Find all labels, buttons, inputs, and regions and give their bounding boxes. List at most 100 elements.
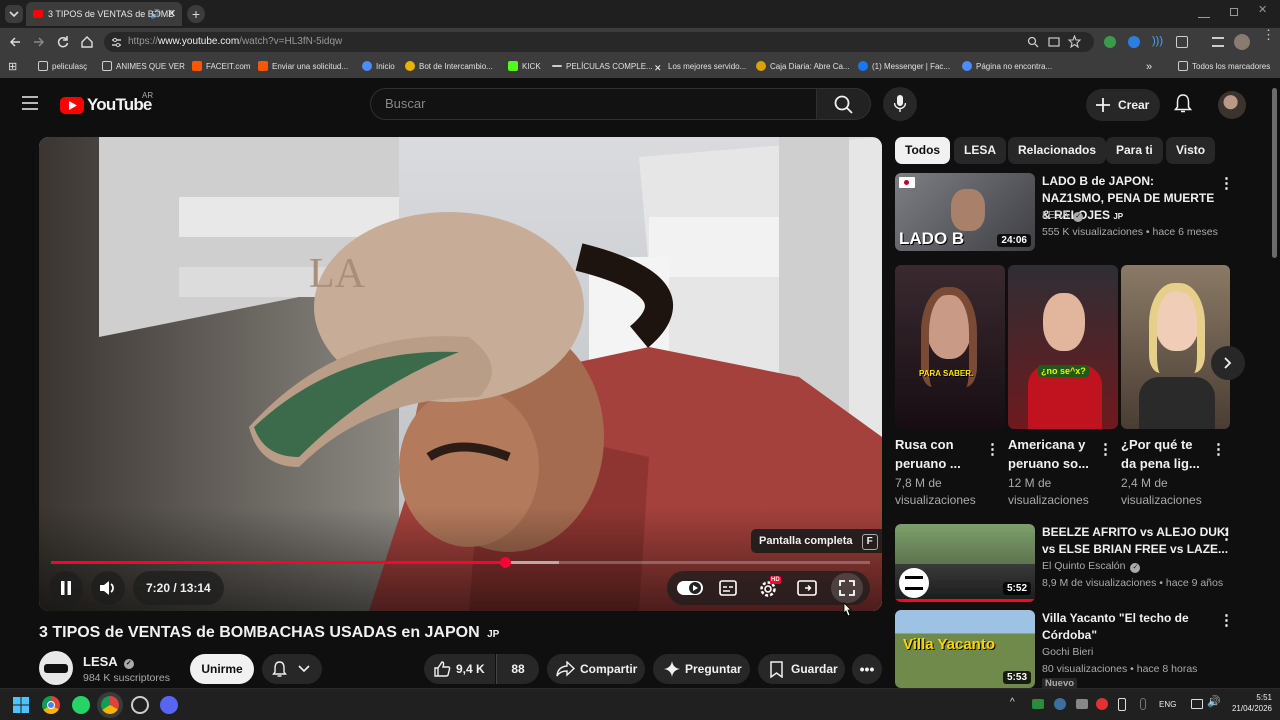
bookmark-item[interactable]: FACEIT.com <box>192 56 250 78</box>
maximize-icon[interactable] <box>1230 8 1238 16</box>
short-thumbnail[interactable]: ¿no se^x? <box>1008 265 1118 429</box>
home-icon[interactable] <box>80 35 94 49</box>
short-thumbnail[interactable] <box>1121 265 1230 429</box>
search-button[interactable] <box>817 88 871 120</box>
more-vert-icon[interactable]: ⋮ <box>1219 611 1234 629</box>
tab-search-button[interactable] <box>5 5 23 23</box>
autoplay-toggle[interactable] <box>677 581 703 595</box>
reload-icon[interactable] <box>56 35 70 49</box>
site-info-icon[interactable] <box>111 37 122 48</box>
forward-icon[interactable] <box>32 35 46 49</box>
save-button[interactable]: Guardar <box>758 654 845 684</box>
bookmark-item[interactable]: ✕ Los mejores servido... <box>654 56 746 78</box>
chip-para-ti[interactable]: Para ti <box>1106 137 1163 164</box>
video-player[interactable]: LA Pantalla completa F 7:20 / 13:14 HD <box>39 137 882 611</box>
browser-menu-icon[interactable]: ⋮ <box>1262 28 1275 41</box>
hamburger-menu-icon[interactable] <box>22 96 38 110</box>
tray-icon-2[interactable] <box>1076 699 1088 709</box>
short-title[interactable]: Americana y peruano so... <box>1008 435 1098 473</box>
chip-lesa[interactable]: LESA <box>954 137 1007 164</box>
rec-channel[interactable]: El Quinto Escalón ✓ <box>1042 558 1141 575</box>
bookmark-item[interactable]: Inicio <box>362 56 395 78</box>
page-scrollbar[interactable] <box>1272 88 1277 258</box>
chip-todos[interactable]: Todos <box>895 137 951 164</box>
bookmark-item[interactable]: Página no encontra... <box>962 56 1052 78</box>
battery-icon[interactable] <box>1118 698 1126 711</box>
bookmark-item[interactable]: PELÍCULAS COMPLE... <box>552 56 653 78</box>
more-vert-icon[interactable]: ⋮ <box>1211 440 1226 458</box>
voice-search-button[interactable] <box>883 87 917 121</box>
discord-icon[interactable] <box>160 696 178 714</box>
bookmark-item[interactable]: ANIMES QUE VER <box>102 56 185 78</box>
bookmark-item[interactable]: Enviar una solicitud... <box>258 56 348 78</box>
channel-avatar[interactable] <box>39 651 73 685</box>
apps-grid-icon[interactable]: ⊞ <box>8 56 17 78</box>
ask-button[interactable]: Preguntar <box>653 654 750 684</box>
profile-avatar[interactable] <box>1234 34 1250 50</box>
chrome-active-icon[interactable] <box>101 696 119 714</box>
short-title[interactable]: ¿Por qué te da pena lig... <box>1121 435 1211 473</box>
volume-icon[interactable]: 🔊 <box>1207 695 1221 708</box>
create-button[interactable]: Crear <box>1086 89 1160 121</box>
speaker-icon[interactable]: 🔊 <box>150 2 161 26</box>
search-input[interactable]: Buscar <box>370 88 817 120</box>
rec-video-title[interactable]: Villa Yacanto "El techo de Córdoba" <box>1042 610 1217 644</box>
show-hidden-icons[interactable]: ^ <box>1010 697 1015 708</box>
more-vert-icon[interactable]: ⋮ <box>1098 440 1113 458</box>
shorts-next-button[interactable] <box>1211 346 1245 380</box>
settings-button[interactable]: HD <box>757 576 781 600</box>
rec-channel[interactable]: Gochi Bieri <box>1042 644 1093 661</box>
language-indicator[interactable]: ENG <box>1159 700 1176 709</box>
all-bookmarks[interactable]: Todos los marcadores <box>1178 56 1270 78</box>
tray-icon[interactable] <box>1032 699 1044 709</box>
steam-overlay-icon[interactable] <box>131 696 149 714</box>
network-icon[interactable] <box>1191 699 1203 709</box>
tray-icon-steam[interactable] <box>1054 698 1066 710</box>
like-button[interactable]: 9,4 K <box>424 654 495 684</box>
share-button[interactable]: Compartir <box>547 654 645 684</box>
short-title[interactable]: Rusa con peruano ... <box>895 435 985 473</box>
video-thumbnail[interactable]: Villa Yacanto 5:53 <box>895 610 1035 688</box>
extension-icon-2[interactable] <box>1128 36 1140 48</box>
reading-list-icon[interactable] <box>1212 37 1224 47</box>
more-vert-icon[interactable]: ⋮ <box>1219 525 1234 543</box>
progress-bar[interactable] <box>51 557 870 568</box>
cast-icon[interactable] <box>1048 36 1060 48</box>
fullscreen-button[interactable] <box>831 573 863 603</box>
subscribe-notifications-button[interactable] <box>262 654 322 684</box>
bookmark-item[interactable]: peliculasç <box>38 56 87 78</box>
subtitles-icon[interactable] <box>719 580 737 596</box>
bookmark-star-icon[interactable] <box>1068 35 1081 48</box>
theater-mode-icon[interactable] <box>797 580 817 596</box>
extensions-puzzle-icon[interactable] <box>1176 36 1188 48</box>
bookmark-item[interactable]: Caja Diaria: Abre Ca... <box>756 56 850 78</box>
extension-icon[interactable] <box>1104 36 1116 48</box>
short-thumbnail[interactable]: PARA SABER. <box>895 265 1005 429</box>
close-window-icon[interactable]: ✕ <box>1258 3 1267 16</box>
video-thumbnail[interactable]: LADO B 24:06 <box>895 173 1035 251</box>
extension-icon-3[interactable]: ))) <box>1152 35 1163 47</box>
bookmark-item[interactable]: KICK <box>508 56 541 78</box>
channel-name[interactable]: LESA ✓ <box>83 654 134 669</box>
tray-icon-3[interactable] <box>1096 698 1108 710</box>
zoom-icon[interactable] <box>1027 36 1039 48</box>
chrome-icon[interactable] <box>42 696 60 714</box>
microphone-icon[interactable] <box>1140 698 1146 710</box>
chip-relacionados[interactable]: Relacionados <box>1008 137 1107 164</box>
minimize-icon[interactable] <box>1198 6 1210 18</box>
windows-start-icon[interactable] <box>13 697 29 713</box>
more-actions-button[interactable]: ••• <box>852 654 882 684</box>
browser-tab[interactable]: 3 TIPOS de VENTAS de BOMB 🔊 ✕ <box>26 2 182 26</box>
notifications-bell-icon[interactable] <box>1174 94 1192 114</box>
bookmark-item[interactable]: (1) Messenger | Fac... <box>858 56 950 78</box>
more-bookmarks-icon[interactable]: » <box>1146 56 1152 78</box>
rec-channel[interactable]: LESA ✓ <box>1042 207 1084 224</box>
dislike-button[interactable]: 88 <box>496 654 539 684</box>
join-button[interactable]: Unirme <box>190 654 254 684</box>
more-vert-icon[interactable]: ⋮ <box>985 440 1000 458</box>
url-field[interactable]: https://www.youtube.com/watch?v=HL3fN-5i… <box>104 32 1094 52</box>
back-icon[interactable] <box>8 35 22 49</box>
more-vert-icon[interactable]: ⋮ <box>1219 174 1234 192</box>
rec-video-title[interactable]: BEELZE AFRITO vs ALEJO DUKI vs ELSE BRIAN… <box>1042 524 1229 558</box>
whatsapp-icon[interactable] <box>72 696 90 714</box>
